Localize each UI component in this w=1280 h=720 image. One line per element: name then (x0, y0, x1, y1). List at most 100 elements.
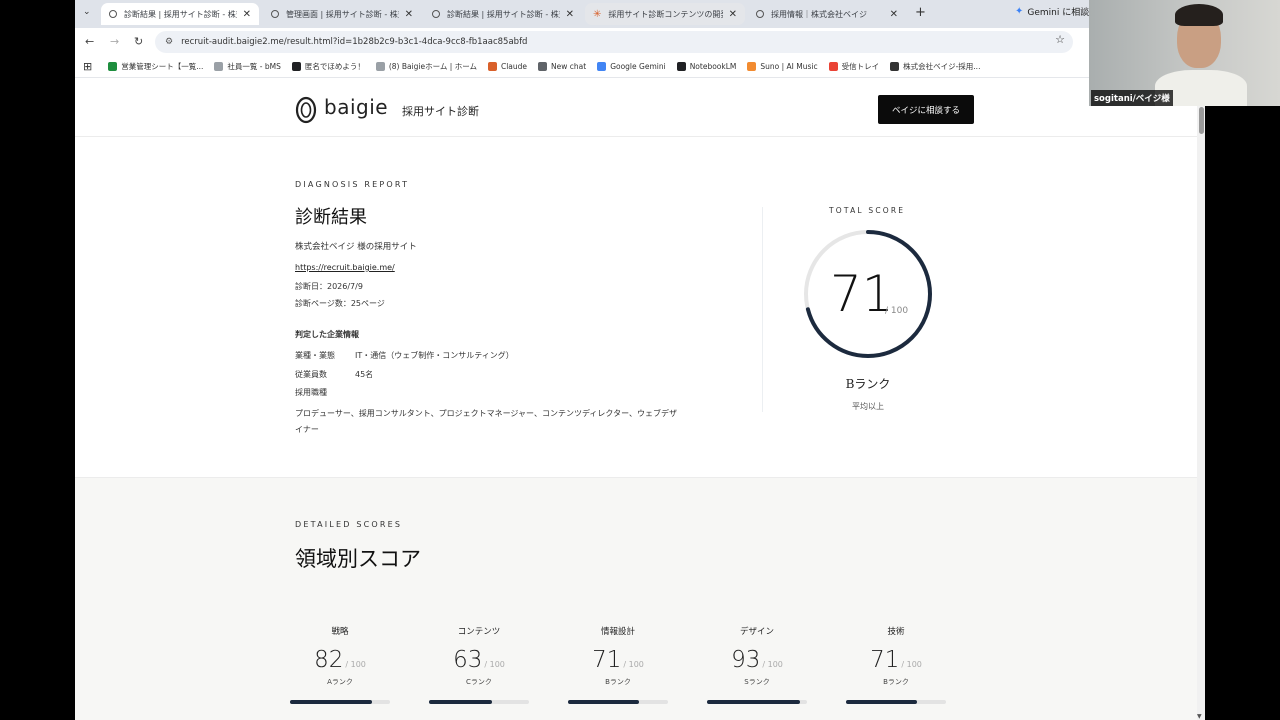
category-score-value: 63 (453, 647, 483, 673)
reload-icon[interactable]: ↻ (134, 35, 143, 48)
category-score-card: 情報設計 71/ 100 Bランク (558, 625, 678, 704)
site-header: baigie 採用サイト診断 ベイジに相談する (75, 79, 1197, 137)
close-icon[interactable]: ✕ (566, 9, 574, 20)
tab-label: 管理画面 | 採用サイト診断 - 株式 (286, 9, 399, 19)
globe-icon (271, 10, 279, 18)
bookmark-label: 匿名でほめよう！ (304, 62, 365, 71)
bookmark-star-icon[interactable]: ☆ (1055, 33, 1065, 46)
category-rank: Cランク (466, 678, 492, 686)
rank-note: 平均以上 (852, 402, 884, 411)
close-icon[interactable]: ✕ (890, 9, 898, 20)
close-icon[interactable]: ✕ (405, 9, 413, 20)
bookmark-label: 受信トレイ (841, 62, 880, 71)
logo-wordmark[interactable]: baigie (324, 95, 388, 119)
bookmark-item[interactable]: 営業管理シート【一覧... (108, 61, 203, 72)
bookmark-item[interactable]: (8) Baigieホーム | ホーム (375, 61, 477, 72)
category-label: デザイン (739, 627, 774, 637)
tab-label: 採用サイト診断コンテンツの開発 - (608, 9, 723, 19)
bookmark-favicon-icon (291, 62, 301, 71)
category-progress-fill (290, 700, 372, 704)
back-arrow-icon[interactable]: ← (85, 35, 94, 48)
scrollbar-thumb[interactable] (1198, 107, 1204, 134)
forward-arrow-icon[interactable]: → (110, 35, 119, 48)
category-label: コンテンツ (457, 627, 501, 637)
site-subtitle: 採用サイト診断 (402, 105, 479, 118)
bookmark-favicon-icon (487, 62, 497, 71)
apps-grid-icon[interactable]: ⊞ (83, 60, 92, 73)
detailed-title: 領域別スコア (295, 547, 421, 571)
browser-window: ⌄ 診断結果 | 採用サイト診断 - 株式 ✕ 管理画面 | 採用サイト診断 -… (75, 0, 1205, 720)
tab-search-chevron-icon[interactable]: ⌄ (83, 7, 91, 17)
bookmark-label: Claude (500, 62, 528, 71)
category-progress-fill (707, 700, 800, 704)
gemini-button[interactable]: ✦ Gemini に相談 (1015, 5, 1089, 18)
category-score-max: / 100 (762, 660, 783, 669)
category-score-card: コンテンツ 63/ 100 Cランク (419, 625, 539, 704)
bookmark-item[interactable]: Suno | AI Music (747, 62, 818, 71)
bookmark-label: 株式会社ベイジ-採用... (903, 62, 981, 71)
category-progress-track (707, 700, 807, 704)
close-icon[interactable]: ✕ (729, 9, 737, 20)
company-info-heading: 判定した企業情報 (295, 330, 359, 339)
bookmark-item[interactable]: New chat (538, 62, 586, 71)
bookmark-favicon-icon (890, 62, 900, 71)
new-tab-plus-icon[interactable]: + (915, 5, 926, 20)
roles-label: 採用職種 (295, 388, 327, 397)
bookmark-item[interactable]: 株式会社ベイジ-採用... (890, 61, 980, 72)
tab-label: 診断結果 | 採用サイト診断 - 株式 (124, 9, 237, 19)
category-score-value: 82 (314, 647, 344, 673)
category-score-max: / 100 (901, 660, 922, 669)
category-progress-fill (568, 700, 639, 704)
address-bar[interactable]: ⚙ recruit-audit.baigie2.me/result.html?i… (155, 31, 1073, 53)
page-content: baigie 採用サイト診断 ベイジに相談する DIAGNOSIS REPORT… (75, 79, 1197, 720)
tab-admin[interactable]: 管理画面 | 採用サイト診断 - 株式 ✕ (263, 3, 421, 25)
bookmark-item[interactable]: Claude (487, 62, 528, 71)
globe-icon (109, 10, 117, 18)
category-score: 71/ 100 (558, 647, 678, 673)
tab-label: 診断結果 | 採用サイト診断 - 株式 (447, 9, 560, 19)
scroll-down-arrow-icon[interactable]: ▼ (1197, 713, 1202, 720)
navigation-bar: ← → ↻ ⚙ recruit-audit.baigie2.me/result.… (75, 28, 1205, 56)
site-url-link[interactable]: https://recruit.baigie.me/ (295, 263, 395, 272)
detailed-eyebrow: DETAILED SCORES (295, 520, 403, 529)
category-score: 63/ 100 (419, 647, 539, 673)
total-rank: Bランク (845, 377, 891, 391)
industry-value: IT・通信（ウェブ制作・コンサルティング） (355, 351, 514, 360)
category-progress-track (290, 700, 390, 704)
total-score-label: TOTAL SCORE (829, 206, 906, 215)
bookmark-favicon-icon (597, 62, 607, 71)
bookmark-item[interactable]: Google Gemini (597, 62, 666, 71)
participant-name: sogitani/ベイジ様 (1091, 90, 1173, 106)
video-call-tile: sogitani/ベイジ様 (1089, 0, 1280, 106)
bookmark-label: 営業管理シート【一覧... (121, 62, 204, 71)
category-progress-fill (429, 700, 492, 704)
close-icon[interactable]: ✕ (243, 9, 251, 20)
bookmark-item[interactable]: 受信トレイ (828, 61, 880, 72)
consult-button[interactable]: ベイジに相談する (878, 95, 974, 124)
page-title: 診断結果 (295, 207, 367, 228)
category-score-card: 技術 71/ 100 Bランク (836, 625, 956, 704)
tab-recruit-info[interactable]: 採用情報｜株式会社ベイジ ✕ (748, 3, 906, 25)
industry-label: 業種・業態 (295, 351, 335, 360)
scrollbar[interactable]: ▼ (1197, 79, 1205, 720)
bookmark-label: New chat (551, 62, 587, 71)
bookmark-favicon-icon (747, 62, 757, 71)
bookmark-label: Suno | AI Music (760, 62, 818, 71)
category-score-max: / 100 (623, 660, 644, 669)
category-score: 93/ 100 (697, 647, 817, 673)
bookmark-favicon-icon (108, 62, 118, 71)
baigie-logo-icon[interactable] (295, 95, 317, 125)
bookmark-item[interactable]: NotebookLM (676, 62, 736, 71)
claude-icon: ✳ (593, 8, 602, 20)
bookmark-item[interactable]: 社員一覧 - bMS (214, 61, 281, 72)
site-info-icon[interactable]: ⚙ (165, 37, 173, 47)
tab-claude-dev[interactable]: ✳ 採用サイト診断コンテンツの開発 - ✕ (585, 3, 745, 25)
category-progress-track (568, 700, 668, 704)
bookmark-favicon-icon (375, 62, 385, 71)
category-score-card: デザイン 93/ 100 Sランク (697, 625, 817, 704)
participant-hair (1175, 4, 1223, 26)
tab-result-1[interactable]: 診断結果 | 採用サイト診断 - 株式 ✕ (101, 3, 259, 25)
divider (762, 207, 763, 412)
tab-result-2[interactable]: 診断結果 | 採用サイト診断 - 株式 ✕ (424, 3, 582, 25)
bookmark-item[interactable]: 匿名でほめよう！ (291, 61, 365, 72)
